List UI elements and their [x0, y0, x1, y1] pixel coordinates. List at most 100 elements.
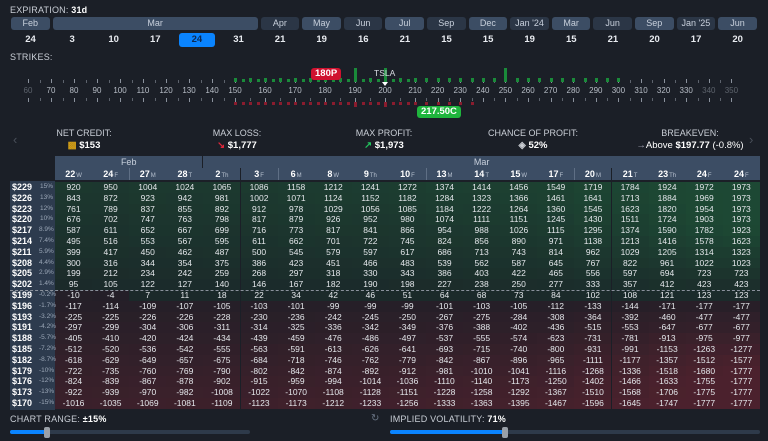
- month-tab[interactable]: Jan '24: [510, 17, 549, 30]
- pl-cell[interactable]: 761: [55, 203, 93, 215]
- pl-cell[interactable]: 971: [537, 236, 575, 247]
- pl-cell[interactable]: 1065: [203, 182, 241, 193]
- pl-cell[interactable]: -746: [314, 354, 352, 366]
- pl-cell[interactable]: -1109: [203, 398, 241, 409]
- pl-cell[interactable]: 1360: [537, 203, 575, 215]
- pl-cell[interactable]: -177: [685, 300, 723, 312]
- pl-cell[interactable]: 105: [92, 279, 130, 290]
- pl-cell[interactable]: -114: [92, 300, 130, 312]
- pl-cell[interactable]: 423: [277, 257, 315, 269]
- pl-cell[interactable]: 259: [203, 268, 241, 280]
- pl-cell[interactable]: -476: [314, 333, 352, 344]
- pl-cell[interactable]: -970: [129, 387, 167, 398]
- pl-cell[interactable]: 952: [351, 214, 389, 226]
- pl-cell[interactable]: -1395: [500, 398, 538, 409]
- pl-cell[interactable]: 1973: [722, 203, 760, 215]
- pl-cell[interactable]: -991: [611, 344, 649, 355]
- pl-cell[interactable]: -515: [574, 322, 612, 334]
- pl-cell[interactable]: 1115: [537, 225, 575, 236]
- pl-cell[interactable]: -133: [574, 300, 612, 312]
- pl-cell[interactable]: 763: [166, 214, 204, 226]
- pl-cell[interactable]: 553: [129, 236, 167, 247]
- pl-cell[interactable]: -1777: [685, 398, 723, 409]
- pl-cell[interactable]: 495: [55, 236, 93, 247]
- pl-cell[interactable]: 702: [92, 214, 130, 226]
- pl-cell[interactable]: -245: [351, 311, 389, 323]
- pl-cell[interactable]: -779: [388, 354, 426, 366]
- month-tab[interactable]: Mar: [551, 17, 591, 30]
- pl-cell[interactable]: -1336: [611, 365, 649, 377]
- pl-cell[interactable]: 1264: [500, 203, 538, 215]
- month-tab[interactable]: Apr: [260, 17, 300, 30]
- pl-cell[interactable]: 856: [463, 236, 501, 247]
- pl-cell[interactable]: -800: [537, 344, 575, 355]
- pl-cell[interactable]: -574: [500, 333, 538, 344]
- pl-cell[interactable]: -982: [166, 387, 204, 398]
- month-tab[interactable]: Jun: [343, 17, 383, 30]
- pl-cell[interactable]: 923: [129, 192, 167, 204]
- pl-cell[interactable]: -722: [55, 365, 93, 377]
- pl-cell[interactable]: 1314: [685, 246, 723, 258]
- pl-cell[interactable]: 122: [129, 279, 167, 290]
- pl-cell[interactable]: -1212: [314, 398, 352, 409]
- pl-cell[interactable]: -436: [537, 322, 575, 334]
- pl-cell[interactable]: 300: [55, 257, 93, 269]
- pl-cell[interactable]: -623: [537, 333, 575, 344]
- pl-cell[interactable]: 556: [574, 268, 612, 280]
- pl-cell[interactable]: 1111: [463, 214, 501, 226]
- pl-cell[interactable]: 961: [648, 257, 686, 269]
- pl-cell[interactable]: 1182: [388, 192, 426, 204]
- pl-cell[interactable]: 1416: [648, 236, 686, 247]
- pl-cell[interactable]: 1056: [351, 203, 389, 215]
- pl-cell[interactable]: -878: [166, 376, 204, 388]
- pl-cell[interactable]: 18: [203, 290, 241, 301]
- pl-cell[interactable]: -308: [537, 311, 575, 323]
- pl-cell[interactable]: 1002: [240, 192, 278, 204]
- pl-cell[interactable]: -230: [240, 311, 278, 323]
- pl-cell[interactable]: -1177: [611, 354, 649, 366]
- pl-cell[interactable]: 1205: [648, 246, 686, 258]
- month-tab[interactable]: Sep: [635, 17, 674, 30]
- pl-cell[interactable]: -912: [388, 365, 426, 377]
- pl-cell[interactable]: -1256: [388, 398, 426, 409]
- pl-cell[interactable]: 912: [240, 203, 278, 215]
- pl-cell[interactable]: 920: [55, 182, 93, 193]
- pl-cell[interactable]: 51: [388, 290, 426, 301]
- pl-cell[interactable]: -486: [351, 333, 389, 344]
- pl-cell[interactable]: -1250: [537, 376, 575, 388]
- pl-cell[interactable]: 121: [648, 290, 686, 301]
- pl-cell[interactable]: -405: [55, 333, 93, 344]
- pl-cell[interactable]: 1430: [574, 214, 612, 226]
- pl-cell[interactable]: 386: [240, 257, 278, 269]
- pl-cell[interactable]: 694: [648, 268, 686, 280]
- pl-cell[interactable]: -325: [277, 322, 315, 334]
- pl-cell[interactable]: -715: [463, 344, 501, 355]
- pl-cell[interactable]: 167: [277, 279, 315, 290]
- pl-cell[interactable]: 42: [314, 290, 352, 301]
- pl-cell[interactable]: 1323: [722, 246, 760, 258]
- pl-cell[interactable]: 1511: [611, 214, 649, 226]
- iv-thumb[interactable]: [501, 427, 508, 438]
- month-tab[interactable]: Feb: [11, 17, 50, 30]
- pl-cell[interactable]: 1029: [314, 203, 352, 215]
- pl-cell[interactable]: 1456: [500, 182, 538, 193]
- pl-cell[interactable]: 1820: [648, 203, 686, 215]
- pl-cell[interactable]: -1577: [722, 354, 760, 366]
- pl-cell[interactable]: -103: [463, 300, 501, 312]
- pl-cell[interactable]: 11: [166, 290, 204, 301]
- pl-cell[interactable]: 962: [574, 246, 612, 258]
- pl-cell[interactable]: 123: [685, 290, 723, 301]
- pl-cell[interactable]: -1233: [351, 398, 389, 409]
- month-tab[interactable]: Jun: [718, 17, 757, 30]
- pl-cell[interactable]: -376: [426, 322, 464, 334]
- pl-cell[interactable]: 699: [203, 225, 241, 236]
- pl-cell[interactable]: -112: [537, 300, 575, 312]
- pl-cell[interactable]: 767: [574, 257, 612, 269]
- pl-cell[interactable]: 587: [55, 225, 93, 236]
- pl-cell[interactable]: 1152: [351, 192, 389, 204]
- pl-cell[interactable]: 814: [537, 246, 575, 258]
- pl-cell[interactable]: 423: [722, 279, 760, 290]
- pl-cell[interactable]: -842: [426, 354, 464, 366]
- pl-cell[interactable]: 562: [463, 257, 501, 269]
- pl-cell[interactable]: 1029: [611, 246, 649, 258]
